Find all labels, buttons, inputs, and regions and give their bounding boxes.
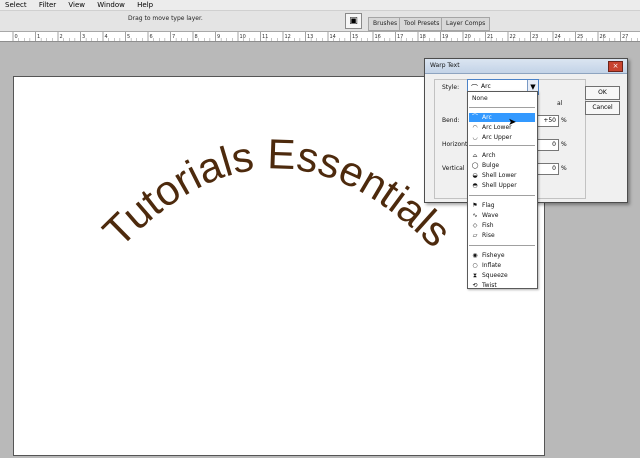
- menu-help[interactable]: Help: [132, 0, 158, 10]
- menu-bar: Select Filter View Window Help: [0, 0, 640, 11]
- tab-layer-comps[interactable]: Layer Comps: [441, 17, 491, 31]
- dropdown-item-fisheye[interactable]: ◉ Fisheye: [469, 251, 535, 260]
- twist-icon: ⟲: [472, 282, 478, 289]
- warped-text-content: Tutorials Essentials: [94, 130, 461, 256]
- dropdown-item-wave[interactable]: ∿ Wave: [469, 211, 535, 220]
- ruler-label: 11: [262, 34, 268, 40]
- horizontal-unit: %: [561, 141, 567, 148]
- ruler-label: 22: [510, 34, 516, 40]
- wave-icon: ∿: [472, 212, 478, 219]
- menu-filter[interactable]: Filter: [34, 0, 61, 10]
- ruler-label: 13: [307, 34, 313, 40]
- vertical-unit: %: [561, 165, 567, 172]
- style-label: Style:: [442, 84, 460, 91]
- inflate-icon: ○: [472, 262, 478, 269]
- ruler-label: 24: [555, 34, 561, 40]
- ruler-label: 27: [622, 34, 628, 40]
- dropdown-item-shell-upper[interactable]: ◓ Shell Upper: [469, 181, 535, 190]
- toggle-panels-icon[interactable]: ▣: [345, 13, 362, 29]
- dropdown-item-arc-upper[interactable]: ◡ Arc Upper: [469, 133, 535, 142]
- ruler-label: 9: [217, 34, 220, 40]
- horizontal-ruler: 0 1 2 3 4 5 6 7 8 9 10 11 12 13 14 15 16 17 18 19 20 21 22 23 24…: [0, 32, 640, 42]
- warp-style-dropdown: None ⌒ Arc ◠ Arc Lower ◡ Arc Upper ⌓ Arch ◯ B…: [467, 91, 538, 289]
- ruler-label: 3: [82, 34, 85, 40]
- fisheye-icon: ◉: [472, 252, 478, 259]
- ruler-label: 17: [397, 34, 403, 40]
- dropdown-item-twist[interactable]: ⟲ Twist: [469, 281, 535, 290]
- dialog-title: Warp Text: [430, 62, 460, 69]
- dropdown-divider: [469, 107, 535, 108]
- mouse-pointer-icon: ➤: [508, 117, 517, 128]
- dropdown-item-inflate[interactable]: ○ Inflate: [469, 261, 535, 270]
- ruler-label: 8: [195, 34, 198, 40]
- cancel-button[interactable]: Cancel: [585, 101, 620, 115]
- arc-icon: ⌒: [471, 114, 478, 121]
- dropdown-item-fish[interactable]: ◇ Fish: [469, 221, 535, 230]
- shell-upper-icon: ◓: [472, 182, 478, 189]
- ruler-label: 14: [330, 34, 336, 40]
- ruler-label: 0: [15, 34, 18, 40]
- warped-text-path: Tutorials Essentials: [94, 130, 461, 256]
- menu-view[interactable]: View: [63, 0, 90, 10]
- shell-lower-icon: ◒: [472, 172, 478, 179]
- arc-lower-icon: ◠: [472, 124, 478, 131]
- dropdown-item-bulge[interactable]: ◯ Bulge: [469, 161, 535, 170]
- ruler-label: 1: [37, 34, 40, 40]
- ruler-label: 15: [352, 34, 358, 40]
- ruler-label: 10: [240, 34, 246, 40]
- close-icon[interactable]: ×: [608, 61, 623, 72]
- dialog-titlebar[interactable]: Warp Text ×: [425, 59, 627, 74]
- dropdown-divider: [469, 245, 535, 246]
- ruler-label: 6: [150, 34, 153, 40]
- tab-tool-presets[interactable]: Tool Presets: [399, 17, 445, 31]
- dropdown-item-arch[interactable]: ⌓ Arch: [469, 151, 535, 160]
- ruler-label: 23: [532, 34, 538, 40]
- dropdown-item-none[interactable]: None: [469, 94, 535, 103]
- bend-unit: %: [561, 117, 567, 124]
- rise-icon: ▱: [472, 232, 478, 239]
- ruler-label: 4: [105, 34, 108, 40]
- dropdown-divider: [469, 145, 535, 146]
- dropdown-divider: [469, 195, 535, 196]
- dropdown-item-rise[interactable]: ▱ Rise: [469, 231, 535, 240]
- bend-label: Bend:: [442, 117, 460, 124]
- tab-brushes[interactable]: Brushes: [368, 17, 403, 31]
- squeeze-icon: ⧗: [472, 272, 478, 279]
- dropdown-item-arc[interactable]: ⌒ Arc: [469, 113, 535, 122]
- ok-button[interactable]: OK: [585, 86, 620, 100]
- dropdown-item-flag[interactable]: ⚑ Flag: [469, 201, 535, 210]
- ruler-label: 21: [487, 34, 493, 40]
- dropdown-item-squeeze[interactable]: ⧗ Squeeze: [469, 271, 535, 280]
- dropdown-item-shell-lower[interactable]: ◒ Shell Lower: [469, 171, 535, 180]
- fish-icon: ◇: [472, 222, 478, 229]
- ruler-label: 7: [172, 34, 175, 40]
- ruler-label: 16: [375, 34, 381, 40]
- ruler-label: 18: [420, 34, 426, 40]
- ruler-ticks: 0 1 2 3 4 5 6 7 8 9 10 11 12 13 14 15 16 17 18 19 20 21 22 23 24…: [12, 32, 638, 41]
- horizontal-label: Horizont: [442, 141, 468, 148]
- flag-icon: ⚑: [472, 202, 478, 209]
- dropdown-item-arc-lower[interactable]: ◠ Arc Lower: [469, 123, 535, 132]
- ruler-label: 5: [127, 34, 130, 40]
- orientation-hint: al: [557, 100, 563, 107]
- ruler-label: 20: [465, 34, 471, 40]
- ruler-label: 26: [600, 34, 606, 40]
- options-bar: Drag to move type layer. ▣ Brushes Tool …: [0, 11, 640, 32]
- ruler-label: 12: [285, 34, 291, 40]
- arch-icon: ⌓: [472, 152, 478, 159]
- ruler-label: 2: [60, 34, 63, 40]
- ruler-label: 19: [442, 34, 448, 40]
- bulge-icon: ◯: [471, 162, 479, 169]
- arc-upper-icon: ◡: [472, 134, 478, 141]
- vertical-label: Vertical: [442, 165, 465, 172]
- menu-window[interactable]: Window: [92, 0, 130, 10]
- ruler-label: 25: [577, 34, 583, 40]
- menu-select[interactable]: Select: [0, 0, 32, 10]
- options-hint: Drag to move type layer.: [128, 15, 203, 22]
